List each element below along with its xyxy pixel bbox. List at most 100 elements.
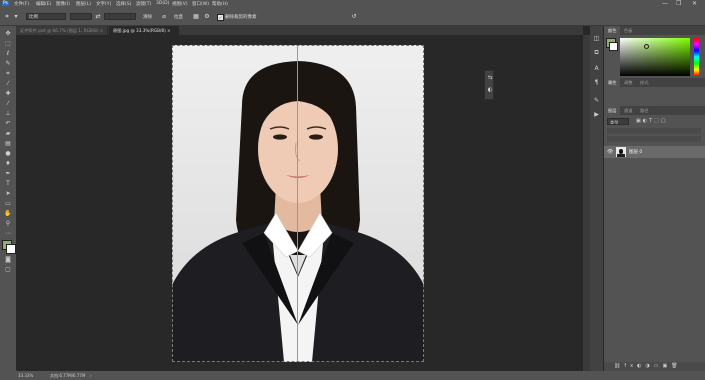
layer-thumbnail [616, 147, 626, 157]
document-tabs: 证件照片.psd @ 66.7% (图层 1, RGB/8) × 原图.jpg … [16, 26, 583, 35]
layer-row[interactable]: 👁 图层 0 [604, 146, 705, 158]
paragraph-panel-icon[interactable]: ¶ [592, 78, 601, 87]
layer-name[interactable]: 图层 0 [629, 149, 642, 155]
dodge-icon[interactable]: ♦ [3, 160, 13, 168]
more-icon[interactable]: ⋯ [3, 230, 13, 238]
eye-icon[interactable]: 👁 [607, 149, 613, 155]
properties-panel-icon[interactable]: ⧉ [592, 48, 601, 57]
zoom-icon[interactable]: ⚲ [3, 220, 13, 228]
clone-stamp-icon[interactable]: ⊥ [3, 110, 13, 118]
layer-filter-select[interactable]: 类型 [607, 118, 629, 125]
width-field[interactable] [70, 13, 92, 20]
floating-mini-panel: ⇆ ◐ [484, 70, 494, 100]
grid-overlay-icon[interactable]: ▦ [192, 13, 200, 21]
character-panel-icon[interactable]: A [592, 64, 601, 73]
layers-panel-tabs: 图层 通道 路径 [604, 106, 705, 115]
menu-3d[interactable]: 3D(D) [156, 1, 169, 6]
minimize-button[interactable]: — [662, 0, 668, 7]
shape-icon[interactable]: ▭ [3, 200, 13, 208]
reset-icon[interactable]: ↺ [350, 13, 358, 21]
lock-row[interactable] [607, 136, 701, 142]
picker-cursor[interactable] [644, 44, 649, 49]
menu-type[interactable]: 文字(Y) [96, 1, 111, 7]
menu-layer[interactable]: 图层(L) [76, 1, 91, 7]
close-button[interactable]: ✕ [692, 0, 697, 7]
tab-layers[interactable]: 图层 [604, 106, 621, 115]
swap-icon[interactable]: ⇄ [94, 13, 102, 21]
delete-cropped-checkbox[interactable]: ✓ [217, 14, 224, 21]
type-icon[interactable]: T [3, 180, 13, 188]
layer-filter-icons[interactable]: ▣◐T⬚▢ [636, 118, 668, 124]
right-panels: 颜色 色板 属性 调整 样式 图层 通道 路径 类型 ▣◐T⬚▢ 👁 图层 0 … [604, 26, 705, 371]
crop-bounding-box[interactable] [172, 45, 424, 362]
blur-icon[interactable]: ● [3, 150, 13, 158]
tab-swatches[interactable]: 色板 [620, 26, 636, 35]
panel-icon-strip: ◫ ⧉ A ¶ ✎ ▶ [590, 26, 603, 371]
crop-tool-icon[interactable]: ⌗ [3, 13, 11, 21]
menu-image[interactable]: 图像(I) [56, 1, 70, 7]
status-bar: 33.33% 文档:6.77M/6.77M › [0, 371, 705, 380]
healing-icon[interactable]: ✚ [3, 90, 13, 98]
chevron-down-icon[interactable]: ▾ [12, 13, 20, 21]
brush-icon[interactable]: ⁄ [3, 100, 13, 108]
menu-file[interactable]: 文件(F) [14, 1, 29, 7]
brush-panel-icon[interactable]: ✎ [592, 96, 601, 105]
zoom-level[interactable]: 33.33% [18, 373, 33, 378]
gradient-icon[interactable]: ▤ [3, 140, 13, 148]
tab-id-photo-psd[interactable]: 证件照片.psd @ 66.7% (图层 1, RGB/8) × [16, 26, 108, 35]
menu-bar: Ps 文件(F) 编辑(E) 图像(I) 图层(L) 文字(Y) 选择(S) 滤… [0, 0, 705, 9]
panel-background-swatch[interactable] [609, 42, 618, 51]
marquee-icon[interactable]: ⬚ [3, 40, 13, 48]
ratio-select[interactable]: 比例 [26, 13, 66, 20]
tools-panel: ✥ ⬚ ℓ ✎ ⌗ ⁄ ✚ ⁄ ⊥ ↶ ▰ ▤ ● ♦ ✒ T ➤ ▭ ✋ ⚲ … [0, 26, 17, 371]
pen-icon[interactable]: ✒ [3, 170, 13, 178]
hand-icon[interactable]: ✋ [3, 210, 13, 218]
menu-window[interactable]: 窗口(W) [192, 1, 209, 7]
quick-select-icon[interactable]: ✎ [3, 60, 13, 68]
history-brush-icon[interactable]: ↶ [3, 120, 13, 128]
delete-cropped-label: 删除裁剪的像素 [225, 15, 257, 20]
color-picker-field[interactable] [620, 38, 690, 76]
tab-original-jpg[interactable]: 原图.jpg @ 33.3%(RGB/8) × [109, 26, 179, 35]
eraser-icon[interactable]: ▰ [3, 130, 13, 138]
clear-button[interactable]: 清除 [143, 14, 152, 20]
crop-icon[interactable]: ⌗ [3, 70, 13, 78]
document-info: 文档:6.77M/6.77M [50, 373, 86, 378]
tab-adjustments[interactable]: 调整 [620, 78, 636, 87]
adjust-icon[interactable]: ◐ [486, 86, 494, 94]
straighten-icon[interactable]: ⌀ [160, 13, 168, 21]
menu-edit[interactable]: 编辑(E) [36, 1, 51, 7]
quick-mask-icon[interactable]: ◙ [3, 256, 13, 264]
tab-color[interactable]: 颜色 [604, 26, 621, 35]
tab-styles[interactable]: 样式 [636, 78, 652, 87]
menu-select[interactable]: 选择(S) [116, 1, 131, 7]
height-field[interactable] [104, 13, 136, 20]
blend-mode-row[interactable] [607, 128, 701, 134]
tab-properties[interactable]: 属性 [604, 78, 621, 87]
menu-view[interactable]: 视图(V) [172, 1, 188, 7]
lasso-icon[interactable]: ℓ [3, 50, 13, 58]
color-panel-tabs: 颜色 色板 [604, 26, 705, 35]
background-color-swatch[interactable] [6, 244, 16, 254]
gear-icon[interactable]: ⚙ [203, 13, 211, 21]
path-select-icon[interactable]: ➤ [3, 190, 13, 198]
hue-slider[interactable] [694, 38, 699, 76]
history-panel-icon[interactable]: ◫ [592, 34, 601, 43]
eyedropper-icon[interactable]: ⁄ [3, 80, 13, 88]
tab-paths[interactable]: 路径 [636, 106, 652, 115]
restore-button[interactable]: ❐ [676, 0, 681, 7]
layers-footer-icons[interactable]: ⛓fx◐◑▭▣🗑 [614, 363, 682, 369]
status-arrow-icon[interactable]: › [90, 373, 92, 378]
vertical-scrollbar[interactable] [583, 35, 590, 371]
history-icon[interactable]: ⇆ [486, 74, 494, 82]
ps-logo[interactable]: Ps [2, 1, 9, 6]
actions-panel-icon[interactable]: ▶ [592, 110, 601, 119]
menu-filter[interactable]: 滤镜(T) [136, 1, 151, 7]
screen-mode-icon[interactable]: ▢ [3, 266, 13, 274]
menu-help[interactable]: 帮助(H) [212, 1, 228, 7]
move-icon[interactable]: ✥ [3, 30, 13, 38]
document-image[interactable] [172, 45, 424, 362]
tab-channels[interactable]: 通道 [620, 106, 636, 115]
options-bar: ⌗ ▾ 比例 ⇄ 清除 ⌀ 拉直 ▦ ⚙ ✓ 删除裁剪的像素 ↺ [0, 9, 705, 26]
ps-logo-icon: Ps [2, 1, 9, 6]
